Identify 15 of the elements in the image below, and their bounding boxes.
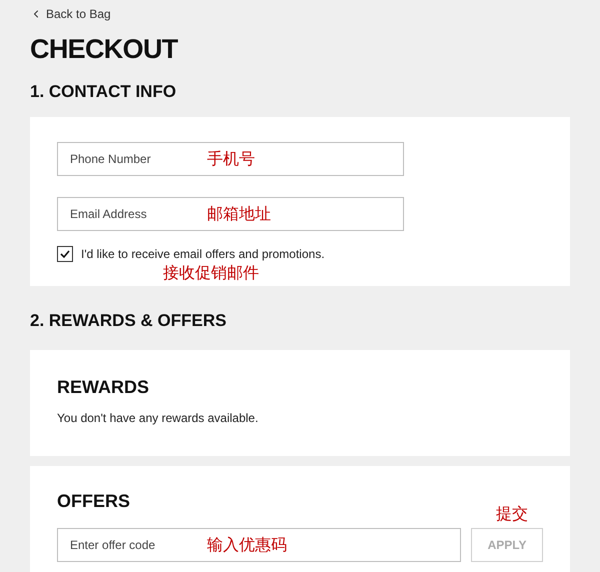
checkmark-icon <box>59 248 71 260</box>
checkbox[interactable] <box>57 246 73 262</box>
annotation: 输入优惠码 <box>207 536 287 556</box>
rewards-message: You don't have any rewards available. <box>57 410 258 427</box>
section-heading: 1. CONTACT INFO <box>30 81 176 103</box>
checkbox-label: I'd like to receive email offers and promotions. <box>81 246 325 262</box>
section-heading: 2. REWARDS & OFFERS <box>30 310 226 332</box>
annotation: 接收促销邮件 <box>163 264 259 284</box>
annotation: 邮箱地址 <box>207 204 271 224</box>
back-link[interactable]: Back to Bag <box>30 5 111 23</box>
card-title: OFFERS <box>57 490 130 513</box>
annotation: 提交 <box>496 504 528 525</box>
annotation: 手机号 <box>207 150 255 170</box>
page-title: CHECKOUT <box>30 33 178 65</box>
card-title: REWARDS <box>57 376 150 399</box>
